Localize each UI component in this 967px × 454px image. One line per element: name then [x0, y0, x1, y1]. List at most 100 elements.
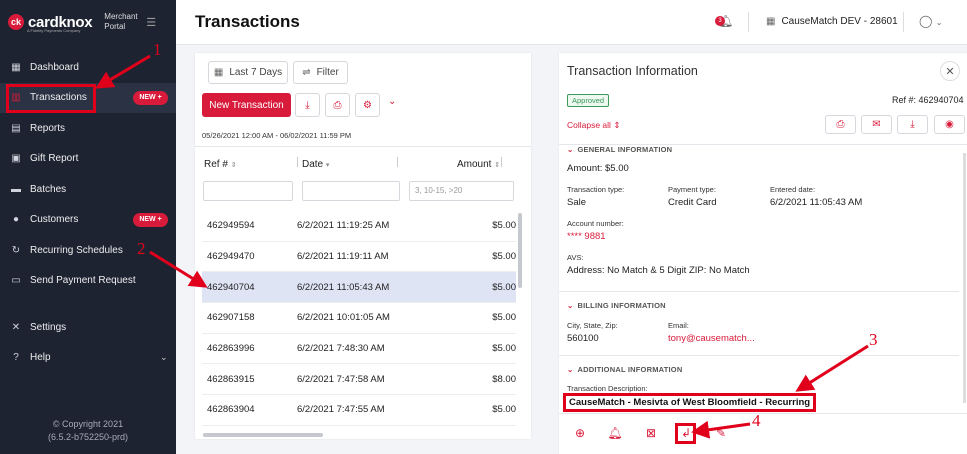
description-label: Transaction Description: — [567, 384, 648, 393]
expand-collapse-icon: ⇕ — [613, 120, 621, 130]
print-icon[interactable]: ⎙ — [325, 93, 350, 117]
sidebar-item-dashboard[interactable]: ▦ Dashboard — [0, 52, 176, 83]
new-transaction-button[interactable]: New Transaction — [202, 93, 291, 117]
send-payment-icon: ▭ — [11, 275, 21, 287]
table-row[interactable]: 462863904 6/2/2021 7:47:55 AM $5.00 — [202, 395, 516, 426]
sidebar-item-label: Help — [30, 352, 51, 364]
settings-icon: ✕ — [11, 321, 21, 333]
email-value[interactable]: tony@causematch... — [668, 333, 755, 344]
void-icon[interactable]: ⊠ — [643, 426, 659, 440]
sidebar-item-gift-report[interactable]: ▣ Gift Report — [0, 144, 176, 175]
reports-icon: ▤ — [11, 122, 21, 134]
notification-bell-icon[interactable]: 🔔︎ 3 — [715, 14, 733, 28]
sidebar-item-help[interactable]: ? Help ⌄ — [0, 343, 176, 374]
panel-action-toolbar: ⊕ 🔔︎ ⊠ ↲ ✎ — [559, 413, 967, 454]
email-icon[interactable]: ✉ — [861, 115, 892, 134]
table-row[interactable]: 462949594 6/2/2021 11:19:25 AM $5.00 — [202, 211, 516, 242]
notification-count: 3 — [715, 16, 725, 26]
collapse-all-link[interactable]: Collapse all ⇕ — [567, 120, 620, 131]
user-menu[interactable]: ◯ ⌄ — [919, 14, 942, 28]
section-billing-info[interactable]: ⌄ BILLING INFORMATION — [567, 301, 666, 310]
filter-button[interactable]: ⇌ Filter — [293, 61, 348, 84]
sidebar-item-label: Dashboard — [30, 61, 79, 73]
close-icon[interactable]: ✕ — [940, 61, 960, 81]
sidebar-item-label: Reports — [30, 122, 66, 134]
transaction-info-panel: Transaction Information ✕ Approved Ref #… — [559, 53, 967, 454]
panel-title: Transaction Information — [567, 64, 698, 78]
chevron-down-icon: ⌄ — [160, 352, 168, 363]
copyright-text: © Copyright 2021 — [52, 419, 124, 429]
sidebar-item-recurring-schedules[interactable]: ↻ Recurring Schedules — [0, 235, 176, 266]
transactions-table-body: 462949594 6/2/2021 11:19:25 AM $5.00 462… — [202, 211, 516, 426]
download-icon[interactable]: ⤓ — [897, 115, 928, 134]
description-value: CauseMatch - Mesivta of West Bloomfield … — [563, 393, 817, 412]
chevron-down-icon[interactable]: ⌄ — [388, 96, 396, 107]
portal-label: Merchant Portal — [104, 12, 138, 31]
dashboard-icon: ▦ — [11, 61, 21, 73]
date-range-label: Last 7 Days — [229, 67, 283, 78]
settings-gear-icon[interactable]: ⚙ — [355, 93, 380, 117]
recurring-icon: ↻ — [11, 244, 21, 256]
panel-scrollbar[interactable] — [963, 153, 966, 403]
refund-icon[interactable]: ↲ — [678, 426, 694, 440]
page-title: Transactions — [195, 12, 300, 31]
sidebar-item-label: Customers — [30, 214, 79, 226]
account-switcher[interactable]: ▦ CauseMatch DEV - 28601 — [766, 16, 898, 27]
sort-icon: ⇕ — [494, 162, 501, 169]
date-range-button[interactable]: ▦ Last 7 Days — [208, 61, 288, 84]
vertical-scrollbar[interactable] — [518, 213, 522, 288]
sidebar-item-send-payment-request[interactable]: ▭ Send Payment Request — [0, 266, 176, 297]
sidebar-item-reports[interactable]: ▤ Reports — [0, 113, 176, 144]
download-icon[interactable]: ⤓ — [295, 93, 320, 117]
chevron-down-icon: ⌄ — [567, 301, 574, 310]
date-range-text: 05/26/2021 12:00 AM - 06/02/2021 11:59 P… — [202, 131, 352, 140]
table-row[interactable]: 462949470 6/2/2021 11:19:11 AM $5.00 — [202, 242, 516, 273]
transaction-type-label: Transaction type: — [567, 185, 625, 194]
chevron-down-icon: ⌄ — [935, 18, 943, 27]
column-header-amount[interactable]: Amount ⇕ — [457, 159, 500, 170]
ref-number: Ref #: 462940704 — [892, 95, 964, 105]
entered-date-value: 6/2/2021 11:05:43 AM — [770, 197, 863, 208]
add-reminder-icon[interactable]: 🔔︎ — [607, 426, 623, 440]
batches-icon: ▬ — [11, 183, 21, 195]
column-header-ref[interactable]: Ref # ⇕ — [204, 159, 237, 170]
table-row[interactable]: 462863996 6/2/2021 7:48:30 AM $5.00 — [202, 334, 516, 365]
add-circle-icon[interactable]: ⊕ — [572, 426, 588, 440]
avs-value: Address: No Match & 5 Digit ZIP: No Matc… — [567, 265, 750, 276]
payment-type-value: Credit Card — [668, 197, 717, 208]
sidebar-item-batches[interactable]: ▬ Batches — [0, 174, 176, 205]
ref-filter-input[interactable] — [203, 181, 293, 201]
entered-date-label: Entered date: — [770, 185, 816, 194]
sort-desc-icon: ▾ — [325, 162, 330, 169]
print-icon[interactable]: ⎙ — [825, 115, 856, 134]
avs-label: AVS: — [567, 253, 584, 262]
sidebar-item-label: Recurring Schedules — [30, 244, 123, 256]
brand-tagline: A Fidelity Payments Company — [27, 28, 81, 33]
filter-label: Filter — [316, 67, 339, 78]
transactions-list-card: ▦ Last 7 Days ⇌ Filter New Transaction ⤓… — [195, 53, 531, 439]
table-row[interactable]: 462907158 6/2/2021 10:01:05 AM $5.00 — [202, 303, 516, 334]
section-general-info[interactable]: ⌄ GENERAL INFORMATION — [567, 145, 672, 154]
table-row-selected[interactable]: 462940704 6/2/2021 11:05:43 AM $5.00 — [202, 272, 516, 304]
transaction-type-value: Sale — [567, 197, 587, 208]
amount-filter-input[interactable]: 3, 10-15, >20 — [409, 181, 514, 201]
sidebar-item-label: Gift Report — [30, 153, 79, 165]
horizontal-scrollbar[interactable] — [203, 433, 323, 437]
sidebar-item-customers[interactable]: ● Customers NEW + — [0, 205, 176, 236]
amount-value: Amount: $5.00 — [567, 163, 629, 174]
email-label: Email: — [668, 321, 689, 330]
column-header-date[interactable]: Date ▾ — [302, 159, 329, 170]
sidebar-item-transactions[interactable]: ▥ Transactions NEW + — [0, 82, 176, 113]
table-row[interactable]: 462863915 6/2/2021 7:47:58 AM $8.00 — [202, 364, 516, 396]
sidebar-item-label: Send Payment Request — [30, 275, 136, 287]
version-text: (6.5.2-b752250-prd) — [47, 432, 129, 442]
account-name: CauseMatch DEV - 28601 — [781, 16, 898, 27]
edit-icon[interactable]: ✎ — [713, 426, 729, 440]
sidebar-item-settings[interactable]: ✕ Settings — [0, 312, 176, 343]
section-additional-info[interactable]: ⌄ ADDITIONAL INFORMATION — [567, 365, 682, 374]
brand[interactable]: ck cardknox A Fidelity Payments Company … — [0, 0, 176, 44]
view-icon[interactable]: ◉ — [934, 115, 965, 134]
date-filter-input[interactable] — [302, 181, 400, 201]
copyright: © Copyright 2021 (6.5.2-b752250-prd) — [0, 418, 176, 444]
menu-collapse-icon[interactable]: ☰ — [146, 16, 156, 29]
